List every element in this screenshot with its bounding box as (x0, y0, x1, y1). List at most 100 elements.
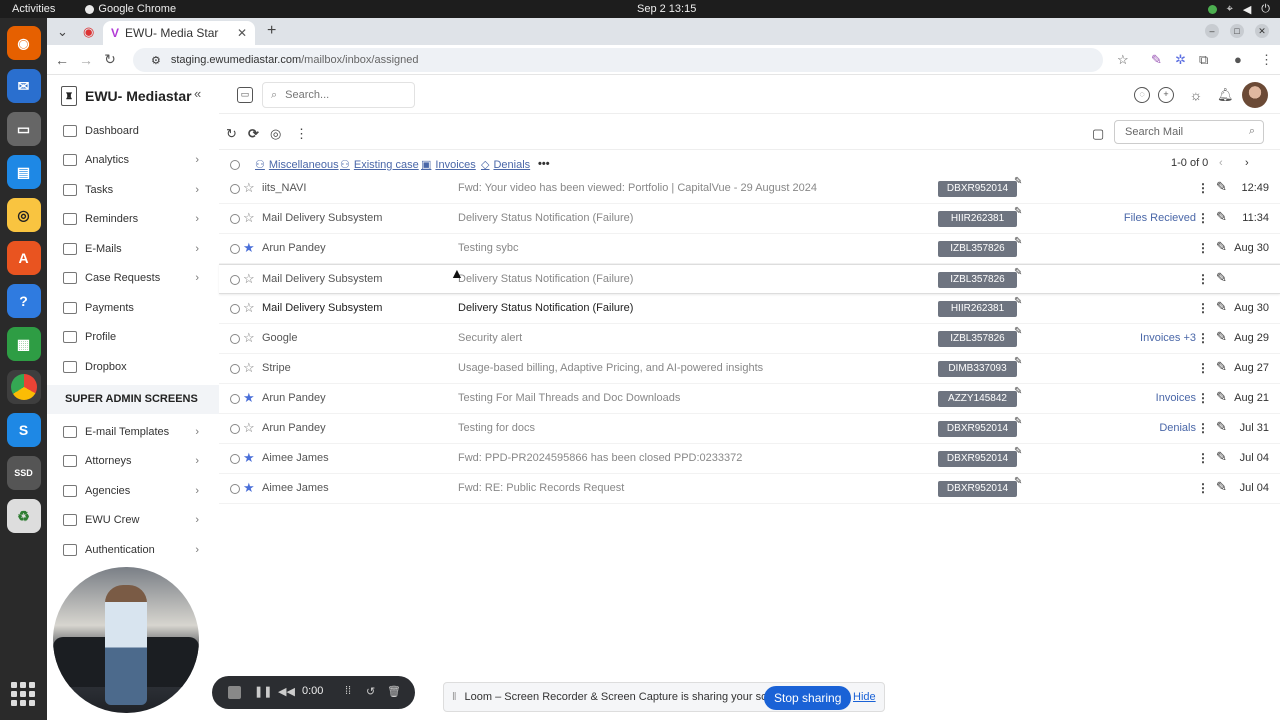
filter-denials[interactable]: ◇ Denials (481, 158, 530, 172)
edit-code-icon[interactable]: ✎ (1014, 267, 1022, 278)
global-search[interactable]: ⌕ (262, 82, 415, 108)
filter-miscellaneous[interactable]: ⚇ Miscellaneous (255, 158, 339, 172)
star-icon[interactable]: ☆ (243, 180, 255, 196)
delete-recording-icon[interactable]: 🗑︎ (387, 685, 401, 698)
row-menu-icon[interactable]: ⋮ (1197, 361, 1209, 375)
mail-row[interactable]: ☆ Mail Delivery Subsystem Delivery Status … (219, 264, 1280, 294)
edit-code-icon[interactable]: ✎ (1014, 176, 1022, 187)
mail-row[interactable]: ☆ iits_NAVI Fwd: Your video has been viewe… (219, 174, 1280, 204)
pause-icon[interactable]: ❚❚ (254, 685, 272, 698)
refresh-icon[interactable]: ↻ (226, 126, 237, 142)
prev-page-icon[interactable]: ‹ (1219, 157, 1223, 169)
mail-row[interactable]: ☆ Stripe Usage-based billing, Adaptive Pri… (219, 354, 1280, 384)
mail-label[interactable]: Invoices (1156, 392, 1196, 404)
tab-search-icon[interactable]: ⌄ (57, 24, 68, 40)
row-menu-icon[interactable]: ⋮ (1197, 391, 1209, 405)
mail-row[interactable]: ☆ Arun Pandey Testing for docs DBXR952014 ✎ D… (219, 414, 1280, 444)
star-icon[interactable]: ☆ (243, 360, 255, 376)
sidebar-item-ewu-crew[interactable]: EWU Crew › (47, 506, 219, 536)
case-code-badge[interactable]: IZBL357826 (938, 272, 1017, 288)
rhythmbox-icon[interactable]: ◎ (6, 198, 41, 232)
forward-icon[interactable]: → (74, 52, 98, 68)
url-bar[interactable]: ⚙ staging.ewumediastar.com/mailbox/inbox… (133, 48, 1103, 72)
mail-label[interactable]: Invoices +3 (1140, 332, 1196, 344)
settings-extension-icon[interactable]: ✲ (1175, 52, 1186, 68)
row-checkbox[interactable] (230, 214, 240, 224)
case-code-badge[interactable]: HIIR262381 (938, 301, 1017, 317)
sidebar-item-analytics[interactable]: Analytics › (47, 146, 219, 176)
row-menu-icon[interactable]: ⋮ (1197, 481, 1209, 495)
mail-row[interactable]: ★ Aimee James Fwd: PPD-PR2024595866 has be… (219, 444, 1280, 474)
files-icon[interactable]: ▭ (6, 112, 41, 146)
sidebar-item-agencies[interactable]: Agencies › (47, 476, 219, 506)
case-code-badge[interactable]: DBXR952014 (938, 481, 1017, 497)
star-icon[interactable]: ★ (243, 390, 255, 406)
chrome-menu-icon[interactable]: ⋮ (1260, 52, 1273, 68)
search-mail-input[interactable]: Search Mail ⌕ (1114, 120, 1264, 144)
close-tab-icon[interactable]: ✕ (237, 26, 247, 40)
row-menu-icon[interactable]: ⋮ (1197, 421, 1209, 435)
sidebar-item-payments[interactable]: Payments (47, 293, 219, 323)
edit-icon[interactable]: ✎ (1216, 329, 1227, 345)
restart-icon[interactable]: ↺ (366, 685, 375, 698)
sidebar-item-tasks[interactable]: Tasks › (47, 175, 219, 205)
row-checkbox[interactable] (230, 454, 240, 464)
sidebar-item-attorneys[interactable]: Attorneys › (47, 447, 219, 477)
writer-icon[interactable]: ▤ (6, 155, 41, 189)
browser-tab[interactable]: V EWU- Media Star ✕ (103, 21, 255, 45)
trash-icon[interactable]: ♻ (6, 499, 41, 533)
clock[interactable]: Sep 2 13:15 (637, 3, 696, 15)
sync-icon[interactable]: ⟳ (248, 126, 259, 142)
site-info-icon[interactable]: ⚙ (151, 54, 161, 67)
bookmark-star-icon[interactable]: ☆ (1117, 52, 1129, 68)
row-menu-icon[interactable]: ⋮ (1197, 272, 1209, 286)
mail-label[interactable]: Files Recieved (1124, 212, 1196, 224)
message-icon[interactable]: ▢ (1092, 126, 1104, 142)
webcam-bubble[interactable] (53, 567, 199, 713)
more-options-icon[interactable]: ⋮ (295, 126, 308, 142)
edit-icon[interactable]: ✎ (1216, 449, 1227, 465)
grid-icon[interactable]: ⁞⁞ (345, 685, 351, 697)
show-apps-icon[interactable] (11, 682, 35, 706)
select-all-checkbox[interactable] (230, 160, 240, 170)
edit-code-icon[interactable]: ✎ (1014, 446, 1022, 457)
case-code-badge[interactable]: IZBL357826 (938, 241, 1017, 257)
edit-code-icon[interactable]: ✎ (1014, 326, 1022, 337)
row-checkbox[interactable] (230, 304, 240, 314)
mail-row[interactable]: ★ Arun Pandey Testing sybc IZBL357826 ✎ ⋮ ✎ Aug… (219, 234, 1280, 264)
pen-extension-icon[interactable]: ✎ (1151, 52, 1162, 68)
hide-banner-button[interactable]: Hide (853, 691, 876, 703)
case-code-badge[interactable]: IZBL357826 (938, 331, 1017, 347)
edit-icon[interactable]: ✎ (1216, 479, 1227, 495)
row-menu-icon[interactable]: ⋮ (1197, 241, 1209, 255)
volume-icon[interactable]: ◀ (1243, 3, 1251, 16)
row-checkbox[interactable] (230, 424, 240, 434)
edit-code-icon[interactable]: ✎ (1014, 236, 1022, 247)
star-icon[interactable]: ★ (243, 450, 255, 466)
edit-icon[interactable]: ✎ (1216, 270, 1227, 286)
chrome-dock-icon[interactable] (6, 370, 41, 404)
row-menu-icon[interactable]: ⋮ (1197, 331, 1209, 345)
active-app-menu[interactable]: Google Chrome (85, 3, 176, 15)
star-icon[interactable]: ☆ (243, 210, 255, 226)
star-icon[interactable]: ★ (243, 240, 255, 256)
search-input[interactable] (285, 89, 396, 101)
more-filters-icon[interactable]: ••• (538, 158, 550, 170)
edit-code-icon[interactable]: ✎ (1014, 476, 1022, 487)
star-icon[interactable]: ☆ (243, 330, 255, 346)
system-tray[interactable]: ⌖ ◀ ⏻ (1207, 3, 1270, 16)
row-checkbox[interactable] (230, 244, 240, 254)
edit-code-icon[interactable]: ✎ (1014, 416, 1022, 427)
star-icon[interactable]: ☆ (243, 300, 255, 316)
calendar-icon[interactable]: ▭ (237, 87, 253, 103)
filter-invoices[interactable]: ▣ Invoices (421, 158, 476, 172)
close-window-icon[interactable]: ✕ (1255, 24, 1269, 38)
software-center-icon[interactable]: A (6, 241, 41, 275)
extensions-icon[interactable]: ⧉ (1199, 52, 1208, 68)
edit-code-icon[interactable]: ✎ (1014, 356, 1022, 367)
edit-code-icon[interactable]: ✎ (1014, 296, 1022, 307)
filter-existing-case[interactable]: ⚇ Existing case (340, 158, 419, 172)
minimize-icon[interactable]: – (1205, 24, 1219, 38)
star-icon[interactable]: ☆ (243, 420, 255, 436)
row-checkbox[interactable] (230, 364, 240, 374)
